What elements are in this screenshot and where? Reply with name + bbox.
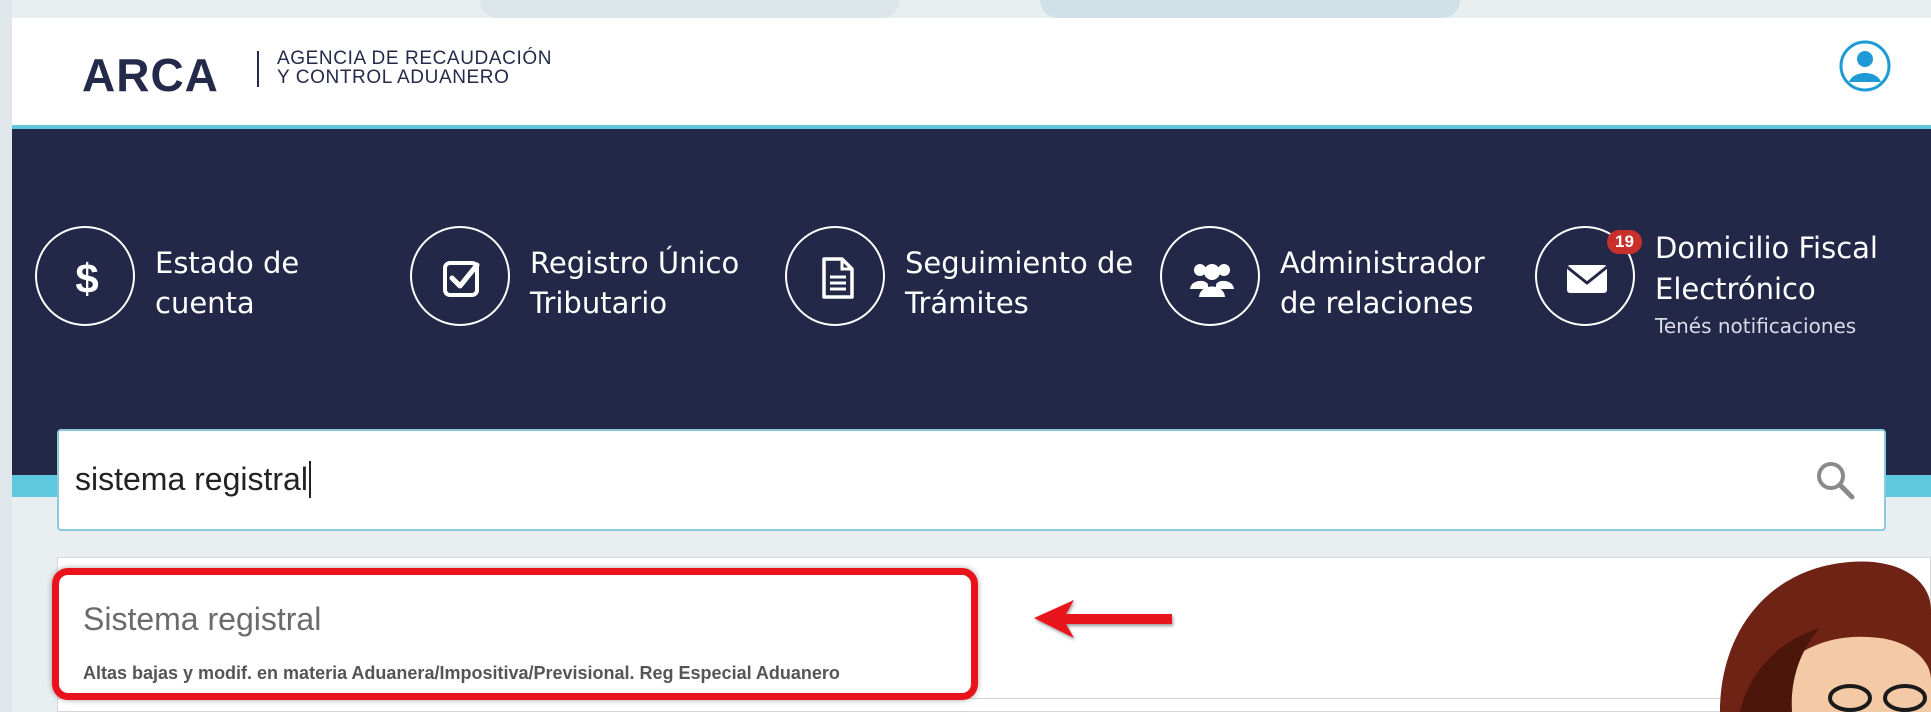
tile-label-line2: cuenta bbox=[155, 286, 255, 320]
users-icon bbox=[1190, 264, 1234, 297]
user-account-button[interactable] bbox=[1839, 40, 1891, 92]
document-icon bbox=[822, 257, 854, 299]
site-header: ARCA AGENCIA DE RECAUDACIÓN Y CONTROL AD… bbox=[12, 18, 1931, 129]
mascot-character-illustration bbox=[1720, 561, 1931, 712]
tile-label-line1: Administrador bbox=[1280, 246, 1485, 280]
tile-label-line2: Trámites bbox=[905, 286, 1029, 320]
tile-icon-circle: $ bbox=[35, 226, 135, 326]
logo-divider bbox=[257, 51, 259, 87]
agency-name-line2: Y CONTROL ADUANERO bbox=[277, 67, 510, 88]
envelope-icon bbox=[1566, 265, 1608, 293]
tile-label-line2: Tributario bbox=[530, 286, 668, 320]
tile-notification-text: Tenés notificaciones bbox=[1655, 314, 1857, 338]
tile-icon-circle bbox=[410, 226, 510, 326]
user-circle-icon bbox=[1839, 40, 1891, 92]
search-box[interactable]: sistema registral bbox=[57, 429, 1886, 531]
tile-label-line1: Estado de bbox=[155, 246, 300, 280]
tile-icon-circle bbox=[1160, 226, 1260, 326]
logo-arca[interactable]: ARCA bbox=[82, 48, 219, 102]
tile-label-line2: Electrónico bbox=[1655, 272, 1816, 306]
search-icon[interactable] bbox=[1812, 457, 1860, 505]
notification-count-badge: 19 bbox=[1607, 230, 1642, 254]
dollar-icon: $ bbox=[75, 255, 98, 302]
tile-icon-circle bbox=[785, 226, 885, 326]
svg-text:$: $ bbox=[75, 255, 98, 302]
checkbox-icon bbox=[443, 261, 480, 297]
tile-label-line1: Seguimiento de bbox=[905, 246, 1134, 280]
tile-label-line2: de relaciones bbox=[1280, 286, 1474, 320]
annotation-arrow-icon bbox=[1034, 600, 1172, 638]
backdrop-shape bbox=[1040, 0, 1460, 18]
tile-label-line1: Domicilio Fiscal bbox=[1655, 231, 1878, 265]
backdrop-shape bbox=[480, 0, 900, 18]
search-input[interactable]: sistema registral bbox=[75, 461, 311, 498]
annotation-highlight-box bbox=[52, 568, 978, 700]
tile-label-line1: Registro Único bbox=[530, 246, 740, 280]
page-backdrop bbox=[0, 0, 12, 712]
